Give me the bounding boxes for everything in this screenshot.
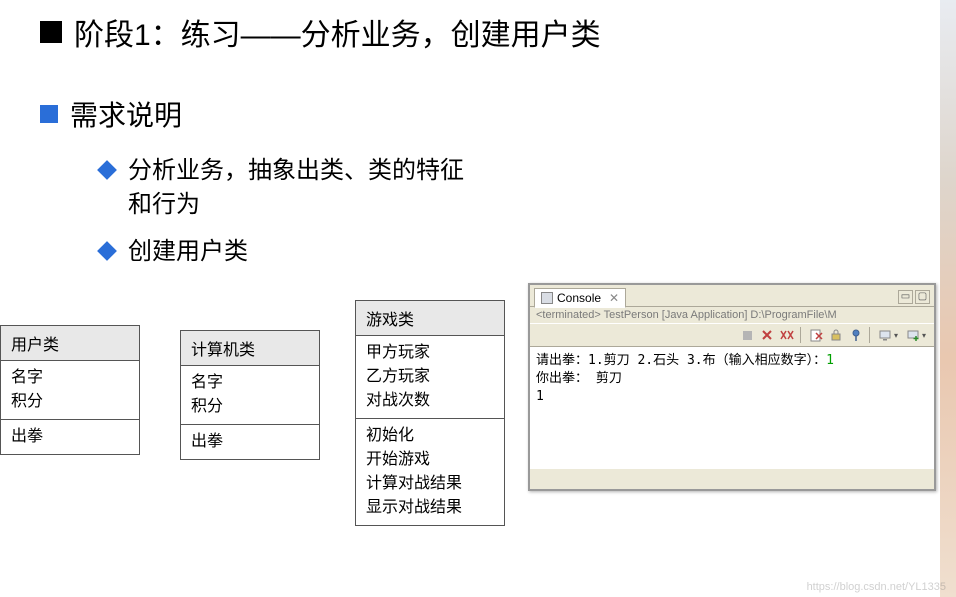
class-box-computer: 计算机类 名字 积分 出拳 (180, 330, 320, 460)
separator (869, 327, 870, 343)
method-item: 显示对战结果 (366, 496, 494, 520)
console-output[interactable]: 请出拳：1.剪刀 2.石头 3.布（输入相应数字）：1 你出拳： 剪刀 1 (530, 347, 934, 469)
output-line: 1 (536, 388, 928, 406)
diamond-icon (97, 160, 117, 180)
slide-subtitle: 需求说明 (70, 94, 182, 134)
monitor-icon (879, 329, 891, 341)
class-name: 游戏类 (356, 301, 504, 336)
class-methods: 初始化 开始游戏 计算对战结果 显示对战结果 (356, 419, 504, 525)
attr-item: 对战次数 (366, 389, 494, 413)
display-console-button[interactable] (876, 326, 894, 344)
prompt-text: 请出拳：1.剪刀 2.石头 3.布（输入相应数字）： (536, 353, 826, 368)
class-name: 用户类 (1, 326, 139, 361)
maximize-icon[interactable]: ▢ (915, 290, 930, 304)
class-methods: 出拳 (1, 420, 139, 454)
console-toolbar: ▾ ▾ (530, 323, 934, 347)
attr-item: 乙方玩家 (366, 365, 494, 389)
console-icon (541, 292, 553, 304)
attr-item: 积分 (11, 390, 129, 414)
class-methods: 出拳 (181, 425, 319, 459)
square-red-icon (742, 330, 753, 341)
attr-item: 名字 (11, 366, 129, 390)
pin-icon (850, 329, 862, 341)
terminate-button[interactable] (738, 326, 756, 344)
console-tabbar: Console ✕ ▭ ▢ (530, 285, 934, 307)
output-line: 你出拳： 剪刀 (536, 370, 928, 388)
minimize-icon[interactable]: ▭ (898, 290, 913, 304)
bullet-text: 分析业务，抽象出类、类的特征和行为 (128, 154, 468, 221)
bullet-list: 分析业务，抽象出类、类的特征和行为 创建用户类 (100, 154, 916, 269)
bullet-square-black-icon (40, 21, 62, 43)
double-x-icon (761, 329, 773, 341)
open-console-button[interactable] (904, 326, 922, 344)
watermark: https://blog.csdn.net/YL1335 (807, 581, 946, 593)
bullet-square-blue-icon (40, 105, 58, 123)
output-line: 请出拳：1.剪刀 2.石头 3.布（输入相应数字）：1 (536, 352, 928, 370)
tabbar-controls: ▭ ▢ (898, 290, 930, 304)
clear-console-button[interactable] (807, 326, 825, 344)
double-xx-icon (780, 329, 794, 341)
class-attributes: 名字 积分 (181, 366, 319, 425)
dropdown-arrow-icon[interactable]: ▾ (922, 331, 930, 340)
console-view: Console ✕ ▭ ▢ <terminated> TestPerson [J… (528, 283, 936, 491)
method-item: 初始化 (366, 424, 494, 448)
page-x-icon (810, 329, 823, 342)
subtitle-row: 需求说明 (40, 94, 916, 134)
class-box-user: 用户类 名字 积分 出拳 (0, 325, 140, 455)
class-attributes: 甲方玩家 乙方玩家 对战次数 (356, 336, 504, 419)
title-row: 阶段1：练习——分析业务，创建用户类 (40, 10, 916, 54)
lock-icon (830, 329, 842, 341)
slide: 阶段1：练习——分析业务，创建用户类 需求说明 分析业务，抽象出类、类的特征和行… (0, 0, 956, 269)
separator (800, 327, 801, 343)
console-tab-label: Console (557, 291, 601, 305)
pin-console-button[interactable] (847, 326, 865, 344)
scroll-lock-button[interactable] (827, 326, 845, 344)
decorative-edge (940, 0, 956, 597)
remove-launch-button[interactable] (758, 326, 776, 344)
bullet-text: 创建用户类 (128, 235, 248, 269)
attr-item: 名字 (191, 371, 309, 395)
method-item: 出拳 (191, 430, 309, 454)
class-name: 计算机类 (181, 331, 319, 366)
console-tab[interactable]: Console ✕ (534, 288, 626, 308)
method-item: 开始游戏 (366, 448, 494, 472)
dropdown-arrow-icon[interactable]: ▾ (894, 331, 902, 340)
method-item: 计算对战结果 (366, 472, 494, 496)
slide-title: 阶段1：练习——分析业务，创建用户类 (74, 10, 601, 54)
bullet-item: 创建用户类 (100, 235, 916, 269)
attr-item: 甲方玩家 (366, 341, 494, 365)
close-icon[interactable]: ✕ (609, 291, 619, 305)
remove-all-button[interactable] (778, 326, 796, 344)
user-input: 1 (826, 353, 834, 368)
class-attributes: 名字 积分 (1, 361, 139, 420)
bullet-item: 分析业务，抽象出类、类的特征和行为 (100, 154, 916, 221)
console-status: <terminated> TestPerson [Java Applicatio… (530, 307, 934, 323)
diamond-icon (97, 241, 117, 261)
method-item: 出拳 (11, 425, 129, 449)
attr-item: 积分 (191, 395, 309, 419)
monitor-plus-icon (907, 329, 919, 341)
class-box-game: 游戏类 甲方玩家 乙方玩家 对战次数 初始化 开始游戏 计算对战结果 显示对战结… (355, 300, 505, 526)
